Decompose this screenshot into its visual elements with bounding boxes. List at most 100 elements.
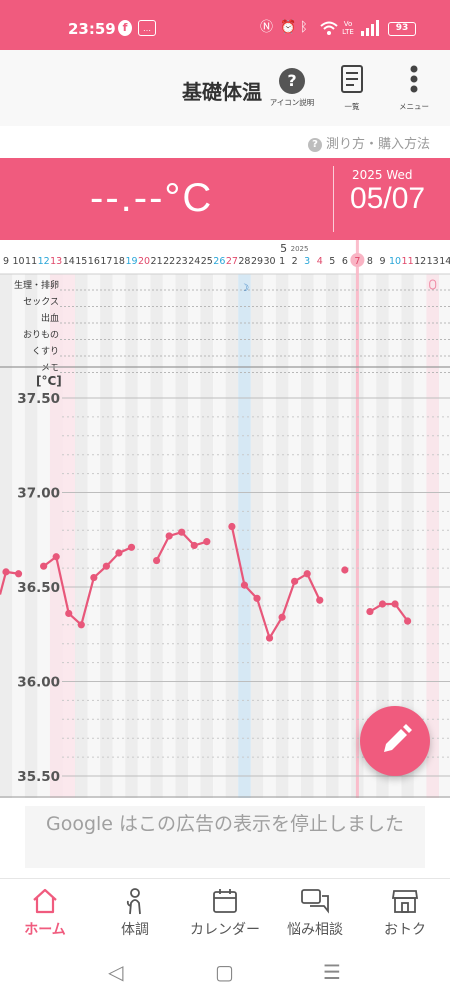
day-label: 29 xyxy=(251,256,263,267)
help-icon: ? xyxy=(279,68,305,94)
day-label: 21 xyxy=(151,256,163,267)
nav-calendar[interactable]: カレンダー xyxy=(180,885,270,939)
nav-body-label: 体調 xyxy=(121,922,149,938)
event-row-label: 生理・排卵 xyxy=(14,279,59,291)
temperature-point xyxy=(127,543,136,551)
volte-icon: Vo LTE xyxy=(342,20,354,36)
day-label: 22 xyxy=(163,256,175,267)
list-label: 一覧 xyxy=(344,102,360,111)
day-label: 15 xyxy=(75,256,87,267)
banner-divider xyxy=(333,166,334,232)
event-row-label: おりもの xyxy=(23,330,59,341)
day-label: 6 xyxy=(342,256,348,267)
temperature-point xyxy=(52,553,60,561)
day-label: 4 xyxy=(317,256,323,267)
howto-link[interactable]: ? 測り方・購入方法 xyxy=(307,133,430,152)
list-button[interactable]: 一覧 xyxy=(324,64,380,112)
facebook-icon: f xyxy=(118,20,132,36)
selected-date: 05/07 xyxy=(350,182,426,215)
temperature-point xyxy=(14,570,23,578)
body-icon xyxy=(126,888,141,915)
y-axis-label: 36.00 xyxy=(17,675,60,691)
temperature-point xyxy=(316,596,324,604)
bottom-nav: ホーム 体調 カレンダー 悩み相談 おトク xyxy=(0,878,450,950)
temperature-point xyxy=(366,607,374,616)
temperature-point xyxy=(278,613,286,621)
temperature-point xyxy=(153,556,161,565)
home-icon xyxy=(33,888,57,914)
day-label: 27 xyxy=(226,256,238,267)
shop-icon xyxy=(391,890,419,913)
day-label: 17 xyxy=(100,256,112,267)
menu-button[interactable]: メニュー xyxy=(386,64,442,112)
bluetooth-icon: ᛒ xyxy=(300,20,308,35)
nav-deals-label: おトク xyxy=(384,922,426,938)
current-temperature: --.--°C xyxy=(90,176,214,220)
question-icon: ? xyxy=(307,138,322,152)
nav-home[interactable]: ホーム xyxy=(0,885,90,939)
y-axis-label: 37.50 xyxy=(17,391,60,407)
back-icon[interactable]: ◁ xyxy=(108,960,123,984)
list-icon xyxy=(341,65,363,93)
temperature-point xyxy=(378,600,387,608)
temperature-point xyxy=(404,617,412,625)
day-label: 13 xyxy=(427,256,439,267)
temperature-point xyxy=(65,609,73,618)
temperature-point xyxy=(77,621,85,629)
y-axis-label: 36.50 xyxy=(17,580,60,596)
alarm-icon: ⏰ xyxy=(280,20,297,35)
chart-column-stripe xyxy=(313,274,327,798)
day-label: 13 xyxy=(50,256,62,267)
icon-help-label: アイコン説明 xyxy=(269,98,315,107)
edit-fab-button[interactable] xyxy=(360,706,430,776)
day-label: 23 xyxy=(176,256,188,267)
chart-column-stripe xyxy=(75,274,88,798)
ad-message: Google はこの広告の表示を停止しました xyxy=(25,806,425,868)
y-unit-label: [°C] xyxy=(36,374,62,388)
pencil-icon xyxy=(384,724,412,752)
temperature-point xyxy=(291,577,299,585)
y-axis-label: 35.50 xyxy=(17,769,60,785)
nav-deals[interactable]: おトク xyxy=(360,885,450,939)
temperature-point xyxy=(2,568,10,576)
chat-icon xyxy=(301,889,329,914)
recents-icon[interactable]: ☰ xyxy=(323,960,341,984)
chart-column-stripe xyxy=(288,274,301,798)
howto-bar: ? 測り方・購入方法 xyxy=(0,126,450,158)
day-label: 11 xyxy=(25,256,37,267)
home-system-icon[interactable]: ▢ xyxy=(215,960,234,984)
day-label: 14 xyxy=(63,256,75,267)
nav-body[interactable]: 体調 xyxy=(90,885,180,939)
temperature-point xyxy=(115,549,123,557)
temperature-point xyxy=(253,594,261,602)
day-label: 24 xyxy=(188,256,200,267)
temperature-point xyxy=(228,522,236,531)
day-label: 5 xyxy=(329,256,335,267)
day-label: 1 xyxy=(279,256,285,267)
month-label: 5 xyxy=(280,242,287,255)
ad-area: Google はこの広告の表示を停止しました xyxy=(0,798,450,878)
day-label: 10 xyxy=(13,256,25,267)
temperature-point xyxy=(40,562,48,570)
day-label: 30 xyxy=(264,256,276,267)
event-row-label: セックス xyxy=(23,297,59,308)
howto-label: 測り方・購入方法 xyxy=(325,137,430,152)
day-label: 25 xyxy=(201,256,213,267)
day-label: 28 xyxy=(238,256,250,267)
temperature-banner[interactable]: --.--°C 2025 Wed 05/07 xyxy=(0,158,450,240)
day-label: 16 xyxy=(88,256,100,267)
status-bar: 23:59 f … Ⓝ ⏰ ᛒ Vo LTE 93 xyxy=(0,0,450,50)
selected-day-line xyxy=(355,240,359,798)
nav-home-label: ホーム xyxy=(24,922,66,938)
day-label: 19 xyxy=(125,256,137,267)
day-label: 20 xyxy=(138,256,150,267)
app-header: 基礎体温 ? アイコン説明 一覧 メニュー xyxy=(0,50,450,126)
event-row-label: 出血 xyxy=(41,312,59,324)
icon-help-button[interactable]: ? アイコン説明 xyxy=(264,64,320,108)
moon-icon: ☽ xyxy=(240,283,249,294)
temperature-point xyxy=(190,541,198,550)
signal-icon xyxy=(361,20,379,36)
event-row-label: メモ xyxy=(41,364,59,374)
nav-consult-label: 悩み相談 xyxy=(287,922,343,938)
nav-consult[interactable]: 悩み相談 xyxy=(270,885,360,939)
